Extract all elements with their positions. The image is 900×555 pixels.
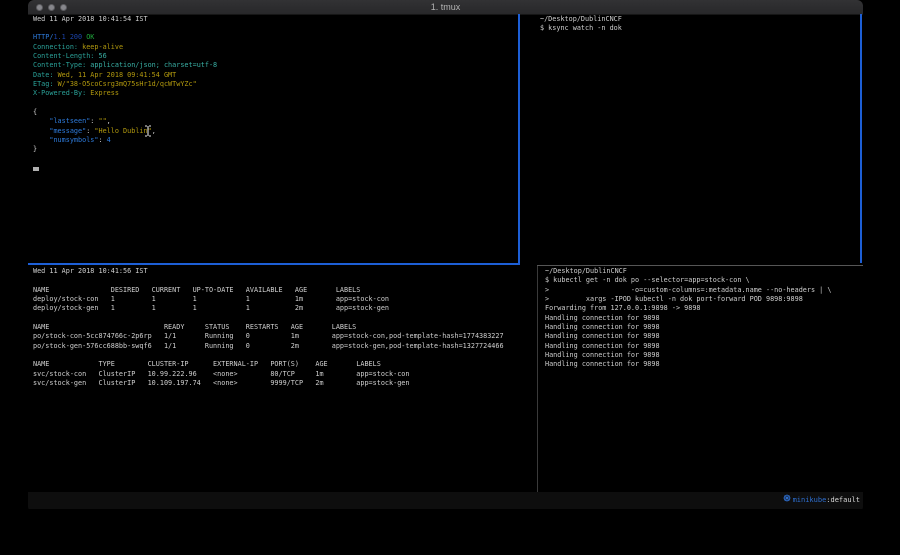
terminal-line: deploy/stock-con 1 1 1 1 1m app=stock-co…	[33, 295, 504, 304]
terminal-line: "numsymbols": 4	[33, 136, 217, 145]
zoom-button[interactable]	[60, 4, 67, 11]
pane-divider-horizontal-right[interactable]	[537, 265, 863, 266]
minimize-button[interactable]	[48, 4, 55, 11]
terminal-line: Handling connection for 9898	[545, 323, 831, 332]
terminal-line: Handling connection for 9898	[545, 351, 831, 360]
terminal-line: > -o=custom-columns=:metadata.name --no-…	[545, 286, 831, 295]
kube-context-name: minikube	[793, 492, 827, 509]
terminal-line: $ ksync watch -n dok	[540, 24, 622, 33]
terminal-cursor	[33, 167, 39, 172]
terminal-line: ~/Desktop/DublinCNCF	[540, 15, 622, 24]
terminal-line: X-Powered-By: Express	[33, 89, 217, 98]
terminal-line	[33, 351, 504, 360]
pane-divider-vertical-top[interactable]	[518, 14, 520, 263]
terminal-line: {	[33, 108, 217, 117]
window-title: 1. tmux	[28, 0, 863, 14]
terminal-line: ~/Desktop/DublinCNCF	[545, 267, 831, 276]
pane-divider-vertical-bottom[interactable]	[537, 266, 538, 492]
terminal-line: Content-Length: 56	[33, 52, 217, 61]
terminal-line: HTTP/1.1 200 OK	[33, 33, 217, 42]
terminal-line: }	[33, 145, 217, 154]
terminal-line	[33, 314, 504, 323]
terminal-pane-ksync[interactable]: ~/Desktop/DublinCNCF$ ksync watch -n dok	[540, 15, 622, 34]
terminal-line: svc/stock-con ClusterIP 10.99.222.96 <no…	[33, 370, 504, 379]
terminal-line: NAME TYPE CLUSTER-IP EXTERNAL-IP PORT(S)…	[33, 360, 504, 369]
terminal-line	[33, 24, 217, 33]
kube-namespace: :default	[826, 492, 860, 509]
terminal-line: "message": "Hello Dublin",	[33, 127, 217, 136]
kubernetes-icon	[749, 475, 791, 510]
terminal-line: deploy/stock-gen 1 1 1 1 2m app=stock-ge…	[33, 304, 504, 313]
terminal-line: ETag: W/"38-O5coCsrg3mQ75sHr1d/qcWTwYZc"	[33, 80, 217, 89]
terminal-line: Date: Wed, 11 Apr 2018 09:41:54 GMT	[33, 71, 217, 80]
pane-divider-horizontal-left[interactable]	[28, 263, 520, 265]
terminal-line: po/stock-con-5cc874766c-2p6rp 1/1 Runnin…	[33, 332, 504, 341]
terminal-line: Content-Type: application/json; charset=…	[33, 61, 217, 70]
terminal-line: Handling connection for 9898	[545, 314, 831, 323]
terminal-line: > xargs -IPOD kubectl -n dok port-forwar…	[545, 295, 831, 304]
terminal-line: NAME DESIRED CURRENT UP-TO-DATE AVAILABL…	[33, 286, 504, 295]
terminal-line: Wed 11 Apr 2018 10:41:56 IST	[33, 267, 504, 276]
terminal-line: NAME READY STATUS RESTARTS AGE LABELS	[33, 323, 504, 332]
terminal-line: svc/stock-gen ClusterIP 10.109.197.74 <n…	[33, 379, 504, 388]
terminal-line: po/stock-gen-576cc688bb-swqf6 1/1 Runnin…	[33, 342, 504, 351]
kube-context-indicator: minikube:default	[749, 492, 860, 509]
title-bar[interactable]: 1. tmux	[28, 0, 863, 15]
pane-border-right-top	[860, 14, 862, 263]
tmux-status-bar: demo 0:bash* minikube:default	[28, 492, 863, 509]
terminal-window: 1. tmux Wed 11 Apr 2018 10:41:54 IST HTTP…	[28, 0, 863, 510]
terminal-line	[33, 99, 217, 108]
terminal-line: Connection: keep-alive	[33, 43, 217, 52]
terminal-line: "lastseen": "",	[33, 117, 217, 126]
terminal-line: Handling connection for 9898	[545, 360, 831, 369]
terminal-line: Handling connection for 9898	[545, 332, 831, 341]
close-button[interactable]	[36, 4, 43, 11]
mouse-cursor	[144, 122, 152, 141]
terminal-line	[33, 276, 504, 285]
terminal-pane-kubectl-get[interactable]: Wed 11 Apr 2018 10:41:56 IST NAME DESIRED…	[33, 267, 504, 388]
terminal-line: $ kubectl get -n dok po --selector=app=s…	[545, 276, 831, 285]
terminal-pane-port-forward[interactable]: ~/Desktop/DublinCNCF$ kubectl get -n dok…	[545, 267, 831, 370]
terminal-pane-http-output[interactable]: Wed 11 Apr 2018 10:41:54 IST HTTP/1.1 200…	[33, 15, 217, 155]
terminal-line: Handling connection for 9898	[545, 342, 831, 351]
terminal-line: Forwarding from 127.0.0.1:9898 -> 9898	[545, 304, 831, 313]
terminal-line: Wed 11 Apr 2018 10:41:54 IST	[33, 15, 217, 24]
